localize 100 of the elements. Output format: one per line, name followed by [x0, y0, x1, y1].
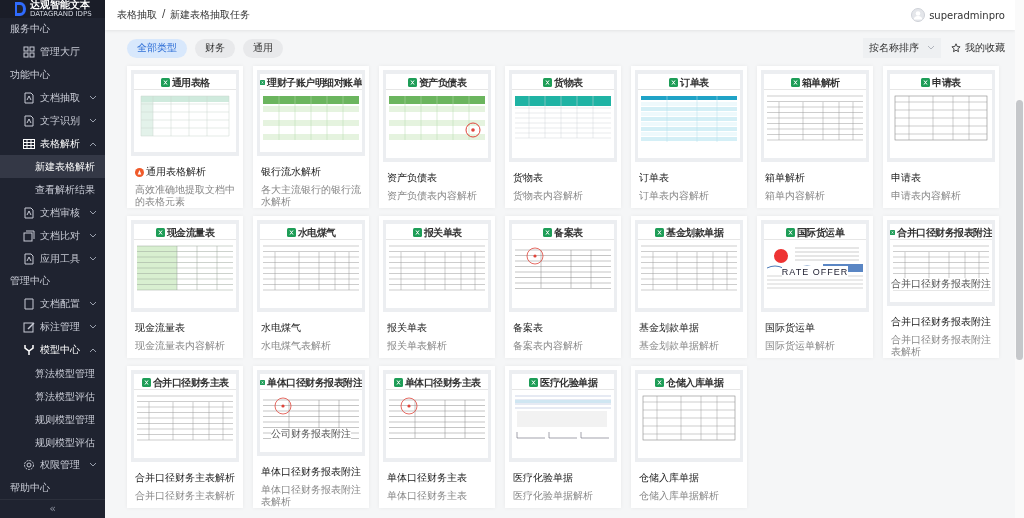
sidebar-item[interactable]: 文字识别 [0, 109, 105, 132]
spreadsheet-icon [785, 228, 795, 237]
template-card[interactable]: 资产负债表 资产负债表 资产负债表内容解析 [379, 66, 495, 208]
card-title: 医疗化验单据 [513, 471, 573, 485]
template-card[interactable]: 国际货运单 RATE OFFER 国际货运单 国际货运单解析 [757, 216, 873, 358]
spreadsheet-icon [160, 78, 170, 87]
thumbnail-title: 基金划款单据 [666, 225, 723, 240]
card-description: 各大主流银行的银行流水解析 [260, 184, 362, 208]
filter-tab[interactable]: 全部类型 [127, 38, 187, 58]
branch-icon [23, 344, 35, 356]
template-card[interactable]: 仓储入库单据 仓储入库单据 仓储入库单据解析 [631, 366, 747, 508]
sidebar-item[interactable]: 表格解析 [0, 132, 105, 155]
spreadsheet-icon [141, 378, 151, 387]
card-title: 基金划款单据 [639, 321, 699, 335]
card-description: 报关单表解析 [386, 340, 448, 352]
template-card[interactable]: 现金流量表 现金流量表 现金流量表内容解析 [127, 216, 243, 358]
spreadsheet-icon [890, 228, 895, 237]
section-heading: 管理中心 [9, 274, 51, 288]
card-description: 合并口径财务主表解析 [134, 490, 236, 502]
chevron-icon [927, 45, 935, 51]
sidebar-subitem[interactable]: 算法模型评估 [0, 384, 105, 408]
filter-tab[interactable]: 通用 [243, 38, 283, 58]
thumbnail-title: 货物表 [554, 75, 583, 90]
template-card[interactable]: 单体口径财务主表 单体口径财务主表 单体口径财务主表 [379, 366, 495, 508]
spreadsheet-icon [529, 378, 538, 387]
grid-icon [23, 46, 35, 58]
avatar-icon [911, 8, 926, 22]
card-title: 申请表 [891, 171, 921, 185]
thumbnail-title: 理财子账户明细对账单 [267, 75, 362, 90]
sidebar-subitem[interactable]: 规则模型评估 [0, 430, 105, 454]
template-card[interactable]: 备案表 备案表 备案表内容解析 [505, 216, 621, 358]
card-title: 单体口径财务主表 [387, 471, 467, 485]
card-title: 通用表格解析 [146, 165, 206, 179]
sidebar-subitem[interactable]: 查看解析结果 [0, 178, 105, 201]
favorites-button[interactable]: 我的收藏 [951, 41, 1005, 55]
card-title: 合并口径财务主表解析 [135, 471, 235, 485]
template-card[interactable]: 合并口径财务报表附注 合并口径财务报表附注 合并口径财务报表附注 合并口径财务报表附注表解析 [883, 216, 999, 358]
template-card[interactable]: 水电煤气 水电煤气 水电煤气表解析 [253, 216, 369, 358]
thumbnail-title: 国际货运单 [796, 225, 845, 240]
thumbnail-title: 医疗化验单据 [540, 375, 597, 390]
template-card[interactable]: 订单表 订单表 订单表内容解析 [631, 66, 747, 208]
template-card[interactable]: 通用表格 通用表格解析 高效准确地提取文档中的表格元素 [127, 66, 243, 208]
sidebar-subitem[interactable]: 规则模型管理 [0, 407, 105, 431]
card-description: 现金流量表内容解析 [134, 340, 226, 352]
thumbnail-title: 申请表 [932, 75, 961, 90]
document-icon [23, 298, 35, 310]
sort-dropdown[interactable]: 按名称排序 [863, 38, 941, 58]
template-card[interactable]: 单体口径财务报表附注 公司财务报表附注 单体口径财务报表附注 单体口径财务报表附注表解析 [253, 366, 369, 508]
user-name[interactable]: superadminpro [929, 9, 1005, 21]
settings-icon [23, 459, 35, 471]
breadcrumb-item: / [162, 8, 166, 21]
spreadsheet-icon [543, 228, 553, 237]
sidebar-item[interactable]: 标注管理 [0, 315, 105, 339]
card-title: 货物表 [513, 171, 543, 185]
sidebar-subitem[interactable]: 新建表格解析 [0, 155, 105, 178]
card-description: 资产负债表内容解析 [386, 190, 478, 202]
sidebar-item[interactable]: 管理大厅 [0, 40, 105, 64]
sidebar-item[interactable]: 文档配置 [0, 292, 105, 316]
card-description: 基金划款单据解析 [638, 340, 720, 352]
spreadsheet-icon [655, 228, 664, 237]
template-card[interactable]: 理财子账户明细对账单 银行流水解析 各大主流银行的银行流水解析 [253, 66, 369, 208]
template-card[interactable]: 合并口径财务主表 合并口径财务主表解析 合并口径财务主表解析 [127, 366, 243, 508]
scrollbar[interactable] [1015, 0, 1024, 518]
thumbnail-title: 通用表格 [171, 75, 210, 90]
logo-name: 达观智能文本 [30, 0, 90, 10]
card-title: 合并口径财务报表附注 [891, 315, 991, 329]
sidebar-item[interactable]: 模型中心 [0, 338, 105, 362]
template-card[interactable]: 箱单解析 箱单解析 箱单内容解析 [757, 66, 873, 208]
template-card[interactable]: 报关单表 报关单表 报关单表解析 [379, 216, 495, 358]
document-icon [23, 252, 35, 265]
sidebar-item[interactable]: 应用工具 [0, 247, 105, 270]
document-icon [23, 114, 35, 127]
thumbnail-caption: 公司财务报表附注 [271, 428, 351, 440]
card-title: 现金流量表 [135, 321, 185, 335]
spreadsheet-icon [393, 378, 403, 387]
edit-icon [23, 321, 35, 333]
sidebar-item[interactable]: 权限管理 [0, 453, 105, 477]
sidebar-item[interactable]: 文档抽取 [0, 86, 105, 109]
filter-tab[interactable]: 财务 [195, 38, 235, 58]
card-title: 银行流水解析 [261, 165, 321, 179]
thumbnail-title: 报关单表 [423, 225, 462, 240]
sidebar-subitem[interactable]: 算法模型管理 [0, 361, 105, 385]
card-description: 箱单内容解析 [764, 190, 826, 202]
card-title: 箱单解析 [765, 171, 805, 185]
sidebar-item[interactable]: 文档审核 [0, 201, 105, 224]
breadcrumb-item[interactable]: 表格抽取 [117, 8, 157, 22]
card-title: 备案表 [513, 321, 543, 335]
thumbnail-title: 现金流量表 [166, 225, 215, 240]
section-heading: 服务中心 [9, 22, 51, 36]
sidebar-item[interactable]: 文档比对 [0, 224, 105, 247]
table-icon [23, 137, 35, 150]
spreadsheet-icon [669, 78, 679, 87]
template-card[interactable]: 基金划款单据 基金划款单据 基金划款单据解析 [631, 216, 747, 358]
spreadsheet-icon [286, 228, 296, 237]
template-card[interactable]: 医疗化验单据 医疗化验单据 医疗化验单据解析 [505, 366, 621, 508]
thumbnail-title: 合并口径财务报表附注 [897, 225, 992, 240]
template-card[interactable]: 货物表 货物表 货物表内容解析 [505, 66, 621, 208]
template-card[interactable]: 申请表 申请表 申请表内容解析 [883, 66, 999, 208]
spreadsheet-icon [655, 378, 664, 387]
card-title: 仓储入库单据 [639, 471, 699, 485]
